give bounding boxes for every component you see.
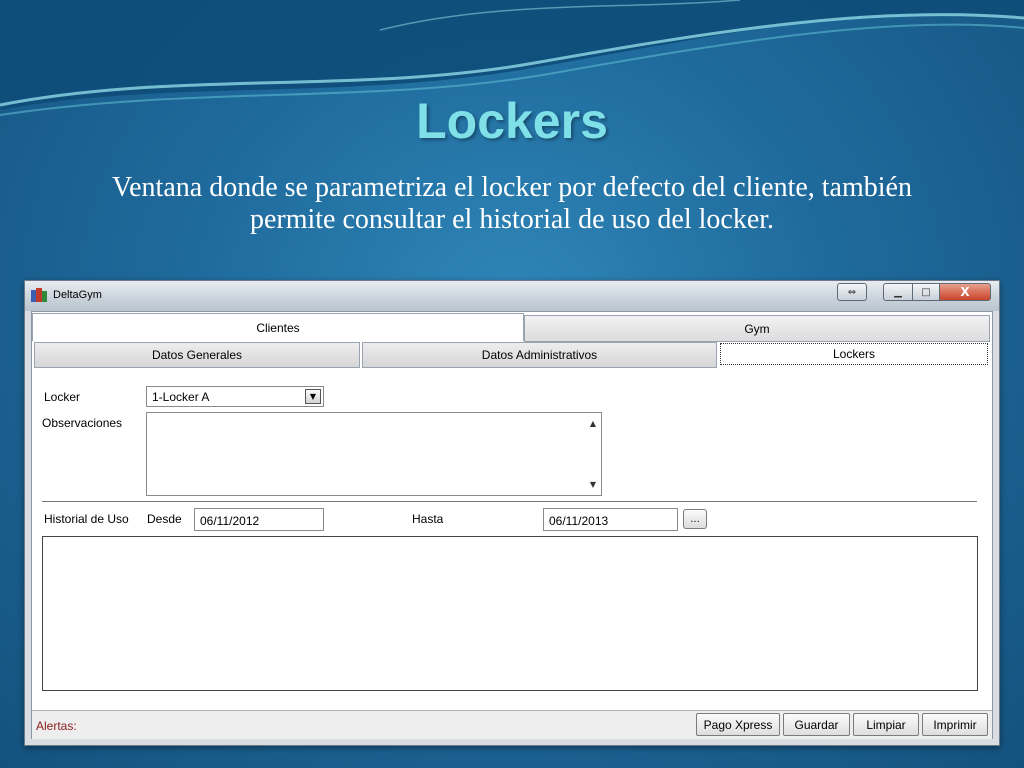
desde-label: Desde [147,512,182,526]
window-title: DeltaGym [53,289,102,301]
app-window: DeltaGym ⇔ ▁ □ X Clientes Gym Datos Gene… [24,280,1000,746]
dropdown-arrow-icon[interactable]: ▼ [305,389,321,404]
slide-subtitle: Ventana donde se parametriza el locker p… [112,172,912,235]
pago-xpress-button[interactable]: Pago Xpress [696,713,780,736]
observaciones-textarea[interactable]: ▲ ▼ [146,412,602,496]
search-history-button[interactable]: ... [683,509,707,529]
observaciones-label: Observaciones [42,416,123,430]
minimize-icon: ▁ [894,286,902,298]
tab-lockers[interactable]: Lockers [720,343,988,365]
desde-date-field[interactable]: 06/11/2012 [194,508,324,531]
imprimir-button[interactable]: Imprimir [922,713,988,736]
hasta-label: Hasta [412,512,444,526]
tab-datos-generales[interactable]: Datos Generales [34,342,360,368]
limpiar-button[interactable]: Limpiar [853,713,919,736]
tab-gym[interactable]: Gym [524,315,990,342]
resize-arrows-icon: ⇔ [847,286,857,298]
locker-selected-value: 1-Locker A [152,390,210,404]
resize-arrows-button[interactable]: ⇔ [837,283,867,301]
tab-clientes[interactable]: Clientes [32,313,524,341]
status-bar: Alertas: Pago Xpress Guardar Limpiar Imp… [32,710,992,739]
minimize-button[interactable]: ▁ [883,283,913,301]
scroll-down-arrow-icon[interactable]: ▼ [590,480,596,489]
close-icon: X [960,285,970,299]
title-bar[interactable]: DeltaGym ⇔ ▁ □ X [25,281,999,311]
alerts-label: Alertas: [36,719,77,733]
historial-label: Historial de Uso [44,512,129,526]
locker-label: Locker [44,390,81,404]
maximize-button[interactable]: □ [912,283,940,301]
slide-title: Lockers [416,93,608,149]
guardar-button[interactable]: Guardar [783,713,850,736]
history-grid[interactable] [42,536,978,691]
section-divider [42,501,977,502]
hasta-date-field[interactable]: 06/11/2013 [543,508,678,531]
tab-datos-administrativos[interactable]: Datos Administrativos [362,342,717,368]
locker-select[interactable]: 1-Locker A ▼ [146,386,324,407]
close-button[interactable]: X [939,283,991,301]
deltagym-app-icon [31,288,47,302]
client-area: Clientes Gym Datos Generales Datos Admin… [31,311,993,739]
textarea-scrollbar[interactable]: ▲ ▼ [583,413,601,495]
maximize-icon: □ [921,286,931,298]
scroll-up-arrow-icon[interactable]: ▲ [590,419,596,428]
